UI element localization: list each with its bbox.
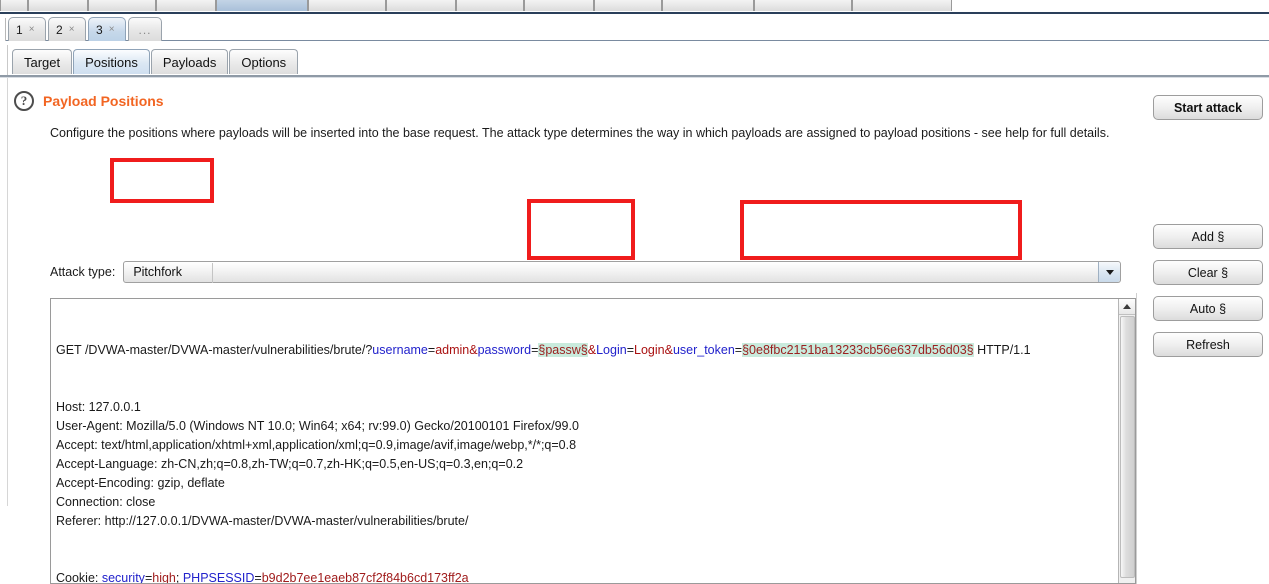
- clear-marker-button[interactable]: Clear §: [1153, 260, 1263, 285]
- eq-3: =: [627, 343, 634, 357]
- request-method-path: GET /DVWA-master/DVWA-master/vulnerabili…: [56, 343, 372, 357]
- positions-panel: ? Payload Positions Configure the positi…: [0, 78, 1269, 506]
- param-user-token-key: user_token: [673, 343, 735, 357]
- tab-positions[interactable]: Positions: [73, 49, 150, 74]
- param-login-value: Login: [634, 343, 665, 357]
- tab-target[interactable]: Target: [12, 49, 72, 74]
- request-line-1: GET /DVWA-master/DVWA-master/vulnerabili…: [56, 341, 1118, 360]
- attack-tab-more-button[interactable]: ...: [128, 17, 162, 41]
- refresh-button[interactable]: Refresh: [1153, 332, 1263, 357]
- request-cookie-line: Cookie: security=high; PHPSESSID=b9d2b7e…: [56, 569, 1118, 583]
- close-icon[interactable]: ×: [69, 24, 75, 35]
- http-version: HTTP/1.1: [974, 343, 1031, 357]
- triangle-up-icon[interactable]: [1119, 299, 1135, 315]
- request-text[interactable]: GET /DVWA-master/DVWA-master/vulnerabili…: [51, 299, 1118, 583]
- panel-left-rule: [7, 78, 8, 506]
- main-tab-left-edge: [0, 45, 8, 76]
- close-icon[interactable]: ×: [109, 24, 115, 35]
- top-tab-stub-1[interactable]: [0, 0, 28, 11]
- cookie-phpsessid-value: b9d2b7ee1eaeb87cf2f84b6cd173ff2a: [262, 571, 469, 583]
- attack-type-label: Attack type:: [50, 265, 115, 279]
- attack-type-divider: [212, 263, 213, 283]
- start-attack-button[interactable]: Start attack: [1153, 95, 1263, 120]
- window-corner: [1255, 492, 1269, 506]
- attack-tab-bar: 1×2×3×...: [0, 14, 1269, 41]
- request-header-line-6: Connection: close: [56, 493, 1118, 512]
- top-tab-stub-8[interactable]: [456, 0, 524, 11]
- attack-tab-3[interactable]: 3×: [88, 17, 126, 41]
- panel-header: ? Payload Positions: [14, 91, 164, 111]
- amp-1: &: [469, 343, 477, 357]
- top-tab-stub-2[interactable]: [28, 0, 88, 11]
- main-tab-bar: TargetPositionsPayloadsOptions: [0, 45, 1269, 76]
- top-tab-stub-4[interactable]: [156, 0, 216, 11]
- top-tab-strip-filler: [952, 0, 1269, 11]
- payload-marker-user-token: §0e8fbc2151ba13233cb56e637db56d03§: [742, 343, 973, 357]
- help-icon[interactable]: ?: [14, 91, 34, 111]
- request-header-line-2: User-Agent: Mozilla/5.0 (Windows NT 10.0…: [56, 417, 1118, 436]
- page-title: Payload Positions: [43, 93, 164, 109]
- request-editor[interactable]: GET /DVWA-master/DVWA-master/vulnerabili…: [50, 298, 1136, 584]
- editor-right-rail: [1136, 293, 1139, 584]
- attack-tab-label: 3: [96, 23, 103, 37]
- tab-payloads[interactable]: Payloads: [151, 49, 228, 74]
- close-icon[interactable]: ×: [29, 24, 35, 35]
- request-header-line-7: Referer: http://127.0.0.1/DVWA-master/DV…: [56, 512, 1118, 531]
- top-tab-stub-6[interactable]: [308, 0, 386, 11]
- request-header-line-5: Accept-Encoding: gzip, deflate: [56, 474, 1118, 493]
- add-marker-button[interactable]: Add §: [1153, 224, 1263, 249]
- top-tab-stub-12[interactable]: [754, 0, 852, 11]
- cookie-security-key: security: [102, 571, 145, 583]
- attack-tab-label: 2: [56, 23, 63, 37]
- scrollbar-thumb[interactable]: [1120, 316, 1135, 578]
- amp-2: &: [588, 343, 596, 357]
- triangle-up-glyph: [1123, 304, 1131, 309]
- attack-tab-2[interactable]: 2×: [48, 17, 86, 41]
- top-tab-stub-9[interactable]: [524, 0, 594, 11]
- top-tab-stub-7[interactable]: [386, 0, 456, 11]
- top-tab-stub-11[interactable]: [662, 0, 754, 11]
- param-login-key: Login: [596, 343, 627, 357]
- cookie-sep: ;: [176, 571, 183, 583]
- panel-description: Configure the positions where payloads w…: [50, 124, 1130, 143]
- attack-type-dropdown[interactable]: Pitchfork: [123, 261, 1121, 283]
- tab-options[interactable]: Options: [229, 49, 298, 74]
- top-tab-stub-3[interactable]: [88, 0, 156, 11]
- attack-tab-1[interactable]: 1×: [8, 17, 46, 41]
- top-tab-stub-13[interactable]: [852, 0, 952, 11]
- attack-type-row: Attack type: Pitchfork: [50, 261, 1121, 283]
- cookie-prefix: Cookie:: [56, 571, 102, 583]
- auto-marker-button[interactable]: Auto §: [1153, 296, 1263, 321]
- param-password-key: password: [478, 343, 532, 357]
- tab-bar-left-edge: [0, 18, 6, 41]
- attack-tab-label: 1: [16, 23, 23, 37]
- amp-3: &: [665, 343, 673, 357]
- top-tab-stub-5[interactable]: [216, 0, 308, 11]
- param-username-key: username: [372, 343, 428, 357]
- cookie-eq-1: =: [145, 571, 152, 583]
- request-header-line-4: Accept-Language: zh-CN,zh;q=0.8,zh-TW;q=…: [56, 455, 1118, 474]
- top-tab-stub-10[interactable]: [594, 0, 662, 11]
- attack-type-value: Pitchfork: [124, 265, 204, 279]
- param-username-value: admin: [435, 343, 469, 357]
- cookie-security-value: high: [152, 571, 176, 583]
- request-header-line-1: Host: 127.0.0.1: [56, 398, 1118, 417]
- request-header-lines: Host: 127.0.0.1User-Agent: Mozilla/5.0 (…: [56, 398, 1118, 531]
- request-header-line-3: Accept: text/html,application/xhtml+xml,…: [56, 436, 1118, 455]
- eq-4: =: [735, 343, 742, 357]
- top-tab-strip: [0, 0, 1269, 11]
- cookie-eq-2: =: [254, 571, 261, 583]
- cookie-phpsessid-key: PHPSESSID: [183, 571, 255, 583]
- chevron-down-glyph: [1106, 270, 1114, 275]
- chevron-down-icon[interactable]: [1098, 262, 1120, 282]
- payload-marker-password: §passw§: [538, 343, 587, 357]
- editor-scrollbar[interactable]: [1118, 299, 1135, 583]
